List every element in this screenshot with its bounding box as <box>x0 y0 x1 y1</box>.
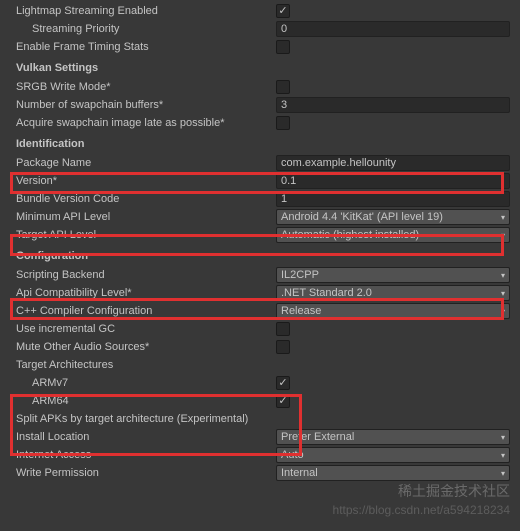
srgb-checkbox[interactable] <box>276 80 290 94</box>
streaming-priority-input[interactable] <box>276 21 510 37</box>
target-api-label: Target API Level <box>16 229 276 241</box>
arm64-checkbox[interactable] <box>276 394 290 408</box>
api-compat-value: .NET Standard 2.0 <box>281 287 372 299</box>
incremental-gc-label: Use incremental GC <box>16 323 276 335</box>
cpp-compiler-value: Release <box>281 305 321 317</box>
mute-audio-label: Mute Other Audio Sources* <box>16 341 276 353</box>
bundle-code-input[interactable] <box>276 191 510 207</box>
frame-timing-checkbox[interactable] <box>276 40 290 54</box>
bundle-code-label: Bundle Version Code <box>16 193 276 205</box>
chevron-down-icon: ▾ <box>501 433 505 442</box>
min-api-label: Minimum API Level <box>16 211 276 223</box>
swapchain-label: Number of swapchain buffers* <box>16 99 276 111</box>
install-loc-label: Install Location <box>16 431 276 443</box>
chevron-down-icon: ▾ <box>501 451 505 460</box>
incremental-gc-checkbox[interactable] <box>276 322 290 336</box>
install-loc-dropdown[interactable]: Prefer External ▾ <box>276 429 510 445</box>
swapchain-input[interactable] <box>276 97 510 113</box>
write-perm-dropdown[interactable]: Internal ▾ <box>276 465 510 481</box>
chevron-down-icon: ▾ <box>501 307 505 316</box>
configuration-header: Configuration <box>0 246 520 266</box>
backend-label: Scripting Backend <box>16 269 276 281</box>
arm64-label: ARM64 <box>32 395 276 407</box>
mute-audio-checkbox[interactable] <box>276 340 290 354</box>
acquire-late-checkbox[interactable] <box>276 116 290 130</box>
min-api-dropdown[interactable]: Android 4.4 'KitKat' (API level 19) ▾ <box>276 209 510 225</box>
backend-dropdown[interactable]: IL2CPP ▾ <box>276 267 510 283</box>
chevron-down-icon: ▾ <box>501 469 505 478</box>
split-apks-label: Split APKs by target architecture (Exper… <box>16 413 248 425</box>
acquire-late-label: Acquire swapchain image late as possible… <box>16 117 276 129</box>
package-name-input[interactable] <box>276 155 510 171</box>
identification-header: Identification <box>0 134 520 154</box>
internet-value: Auto <box>281 449 304 461</box>
api-compat-label: Api Compatibility Level* <box>16 287 276 299</box>
vulkan-settings-header: Vulkan Settings <box>0 58 520 78</box>
chevron-down-icon: ▾ <box>501 213 505 222</box>
version-input[interactable] <box>276 173 510 189</box>
frame-timing-label: Enable Frame Timing Stats <box>16 41 276 53</box>
streaming-priority-label: Streaming Priority <box>32 23 276 35</box>
cpp-compiler-dropdown[interactable]: Release ▾ <box>276 303 510 319</box>
internet-dropdown[interactable]: Auto ▾ <box>276 447 510 463</box>
armv7-checkbox[interactable] <box>276 376 290 390</box>
write-perm-label: Write Permission <box>16 467 276 479</box>
chevron-down-icon: ▾ <box>501 271 505 280</box>
watermark-url: https://blog.csdn.net/a594218234 <box>333 503 510 517</box>
install-loc-value: Prefer External <box>281 431 354 443</box>
backend-value: IL2CPP <box>281 269 319 281</box>
target-api-dropdown[interactable]: Automatic (highest installed) ▾ <box>276 227 510 243</box>
lightmap-streaming-checkbox[interactable] <box>276 4 290 18</box>
write-perm-value: Internal <box>281 467 318 479</box>
srgb-label: SRGB Write Mode* <box>16 81 276 93</box>
lightmap-streaming-label: Lightmap Streaming Enabled <box>16 5 276 17</box>
target-api-value: Automatic (highest installed) <box>281 229 419 241</box>
chevron-down-icon: ▾ <box>501 231 505 240</box>
cpp-compiler-label: C++ Compiler Configuration <box>16 305 276 317</box>
version-label: Version* <box>16 175 276 187</box>
api-compat-dropdown[interactable]: .NET Standard 2.0 ▾ <box>276 285 510 301</box>
watermark-text: 稀土掘金技术社区 <box>398 481 510 501</box>
chevron-down-icon: ▾ <box>501 289 505 298</box>
armv7-label: ARMv7 <box>32 377 276 389</box>
min-api-value: Android 4.4 'KitKat' (API level 19) <box>281 211 443 223</box>
internet-label: Internet Access <box>16 449 276 461</box>
target-arch-label: Target Architectures <box>16 359 276 371</box>
package-name-label: Package Name <box>16 157 276 169</box>
